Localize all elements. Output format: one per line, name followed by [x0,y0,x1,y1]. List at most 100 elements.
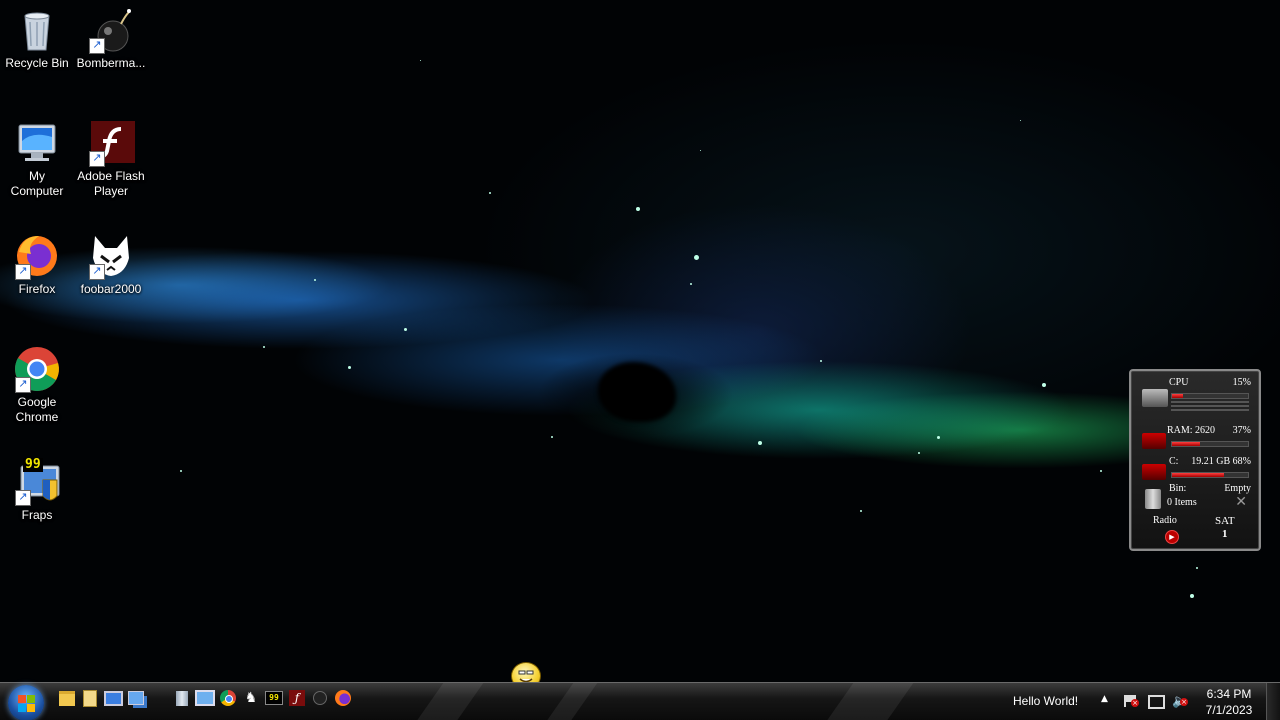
action-center-flag-icon[interactable]: × [1124,695,1139,707]
cpu-usage-bar [1171,393,1249,399]
disk-icon [1142,464,1166,480]
radio-play-icon[interactable]: ▶ [1165,530,1179,544]
star [489,192,491,194]
folder-icon[interactable] [57,688,77,708]
desktop-icon-label: foobar2000 [80,282,142,296]
star [1042,383,1046,387]
disk-label: C: [1169,456,1179,467]
network-tray-icon[interactable] [1148,695,1165,709]
desktop-icon-chrome[interactable]: ↗ Google Chrome [1,345,73,425]
taskbar-glare [826,683,914,720]
star [820,360,822,362]
volume-muted-icon[interactable]: 🔈× [1172,694,1188,709]
disk-usage-bar [1171,472,1249,478]
my-computer-icon [13,119,61,167]
firefox-icon[interactable] [333,688,353,708]
taskbar[interactable]: ♞ 99 ƒ Hello World! ▲ × 🔈× 6:34 PM 7/1/2… [0,682,1280,720]
system-monitor-gadget[interactable]: CPU 15% RAM: 2620 37% C: 19.21 GB 68% Bi… [1129,369,1261,551]
disk-value: 19.21 GB 68% [1191,456,1251,467]
network-icon[interactable] [126,688,146,708]
fraps-fps-badge: 99 [23,457,43,472]
shortcut-arrow-icon: ↗ [15,377,31,393]
star [420,60,421,61]
star [551,436,553,438]
shortcut-arrow-icon: ↗ [89,151,105,167]
desktop-icon-flash-player[interactable]: ↗ Adobe Flash Player [75,119,147,199]
shortcut-arrow-icon: ↗ [15,490,31,506]
desktop-icon-label: Firefox [18,282,56,296]
show-hidden-icons-chevron-icon[interactable]: ▲ [1101,694,1108,704]
star [348,366,351,369]
star [1100,470,1102,472]
chrome-icon[interactable] [218,688,238,708]
clock-time: 6:34 PM [1206,687,1252,701]
bomb-icon: ↗ [87,6,135,54]
star [700,150,701,151]
desktop-icon-bomberman[interactable]: ↗ Bomberma... [75,6,147,71]
desktop-icon-my-computer[interactable]: My Computer [1,119,73,199]
desktop-wallpaper[interactable] [0,0,1280,682]
ram-usage-bar [1171,441,1249,447]
shortcut-arrow-icon: ↗ [89,38,105,54]
windows-logo-icon [18,704,26,712]
star [690,283,692,285]
star [404,328,407,331]
bin-status: Empty [1224,483,1251,494]
desktop-icon-label: Fraps [21,508,53,522]
flash-player-icon: ↗ [87,119,135,167]
desktop-icon-fraps[interactable]: 99 ↗ Fraps [1,458,73,523]
star [758,441,762,445]
desktop-icon-label: My Computer [10,169,64,198]
ram-value: 37% [1232,425,1251,436]
star [1190,594,1194,598]
star [694,255,699,260]
flash-player-icon[interactable]: ƒ [287,688,307,708]
desktop-icon-foobar2000[interactable]: ↗ foobar2000 [75,232,147,297]
empty-bin-icon[interactable]: ✕ [1235,494,1247,510]
desktop-icon-label: Recycle Bin [5,56,69,70]
star [180,470,182,472]
show-desktop-button[interactable] [1266,683,1280,720]
computer-icon[interactable] [103,688,123,708]
bomb-icon[interactable] [310,688,330,708]
desktop-icon-firefox[interactable]: ↗ Firefox [1,232,73,297]
windows-logo-icon [27,704,35,712]
star [314,279,316,281]
fraps-icon[interactable]: 99 [264,688,284,708]
cpu-icon [1142,389,1168,407]
tray-toolbar-text[interactable]: Hello World! [1013,694,1078,708]
windows-logo-icon [27,695,35,703]
recycle-bin-icon[interactable] [172,688,192,708]
desktop-icon-label: Adobe Flash Player [77,169,145,198]
recycle-bin-icon [13,6,61,54]
star [636,207,640,211]
shortcut-arrow-icon: ↗ [15,264,31,280]
star [1020,120,1021,121]
desktop-icon-label: Google Chrome [15,395,59,424]
remote-desktop-icon[interactable] [195,688,215,708]
firefox-icon: ↗ [13,232,61,280]
star [937,436,940,439]
shortcut-arrow-icon: ↗ [89,264,105,280]
taskbar-clock[interactable]: 6:34 PM 7/1/2023 [1200,686,1258,718]
bin-label: Bin: [1169,483,1187,494]
bin-items: 0 Items [1167,497,1197,508]
start-button[interactable] [8,685,44,720]
disk-usage-fill [1172,473,1224,477]
day-label: SAT [1215,515,1235,527]
clock-date: 7/1/2023 [1205,703,1253,717]
cpu-value: 15% [1232,377,1251,388]
documents-icon[interactable] [80,688,100,708]
ram-label: RAM: 2620 [1167,425,1216,436]
foobar2000-icon[interactable]: ♞ [241,688,261,708]
day-number: 1 [1222,528,1228,540]
ram-usage-fill [1172,442,1201,446]
taskbar-glare [416,683,484,720]
foobar2000-icon: ↗ [87,232,135,280]
cpu-history-graph [1171,401,1249,411]
desktop-icon-recycle-bin[interactable]: Recycle Bin [1,6,73,71]
fraps-icon: 99 ↗ [13,458,61,506]
ram-icon [1142,433,1166,449]
radio-label: Radio [1153,515,1177,526]
cpu-usage-fill [1172,394,1184,398]
